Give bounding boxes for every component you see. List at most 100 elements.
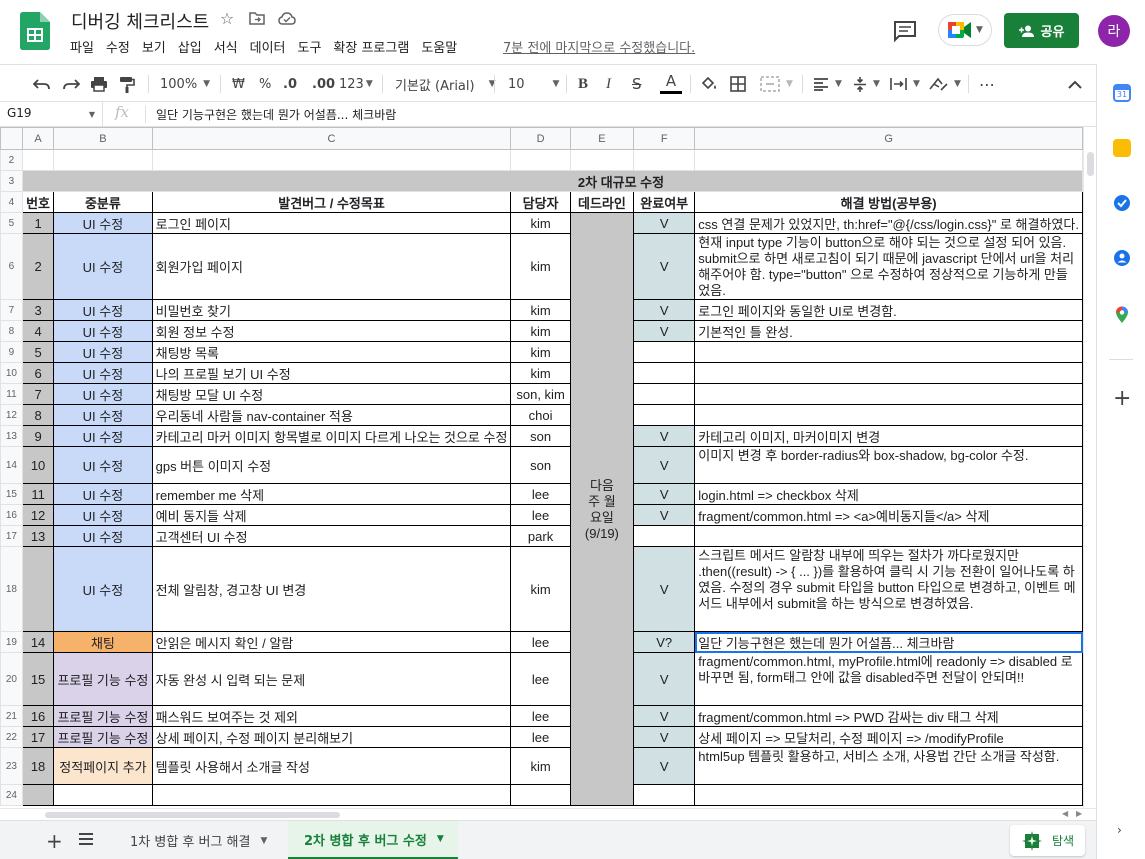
cell-category[interactable]: UI 수정 (53, 233, 153, 300)
cell-number[interactable] (21, 546, 55, 632)
row-header[interactable]: 14 (0, 446, 23, 484)
menu-view[interactable]: 보기 (142, 37, 172, 56)
cell[interactable] (633, 149, 696, 171)
row-header[interactable]: 22 (0, 726, 23, 748)
cell-done[interactable]: V? (633, 631, 696, 653)
name-box[interactable]: G19 ▼ (0, 102, 103, 126)
cell-category[interactable]: UI 수정 (53, 483, 153, 505)
cell-category[interactable]: 프로필 기능 수정 (53, 726, 153, 748)
cell-category[interactable]: UI 수정 (53, 299, 153, 321)
cell-category[interactable]: UI 수정 (53, 383, 153, 405)
cell-task[interactable]: 자동 완성 시 입력 되는 문제 (151, 652, 512, 706)
row-header[interactable]: 19 (0, 631, 23, 653)
cell-owner[interactable]: son (510, 425, 571, 447)
cell-task[interactable]: 예비 동지들 삭제 (151, 504, 512, 526)
share-button[interactable]: 공유 (1004, 13, 1079, 48)
scroll-left-icon[interactable]: ◀ (1062, 809, 1068, 818)
column-header-b[interactable]: B (53, 127, 153, 150)
cell-owner[interactable]: lee (510, 483, 571, 505)
column-header-g[interactable]: G (694, 127, 1083, 150)
cell-number[interactable]: 14 (21, 631, 55, 653)
maps-icon[interactable] (1113, 306, 1131, 324)
explore-button[interactable]: 탐색 (1010, 825, 1085, 856)
cell-number[interactable]: 18 (21, 747, 55, 785)
increase-decimal-button[interactable]: .00 (312, 65, 335, 103)
cell-number[interactable]: 8 (21, 404, 55, 426)
cell-category[interactable]: 정적페이지 추가 (53, 747, 153, 785)
cell-category[interactable]: 채팅 (53, 631, 153, 653)
cell-task[interactable]: 고객센터 UI 수정 (151, 525, 512, 547)
more-options-icon[interactable]: ⋯ (979, 65, 996, 103)
cell-task[interactable]: 템플릿 사용해서 소개글 작성 (151, 747, 512, 785)
document-title[interactable]: 디버깅 체크리스트 (71, 8, 209, 34)
borders-icon[interactable] (730, 65, 746, 103)
meet-button[interactable]: ▼ (938, 14, 992, 46)
cell-task[interactable]: 패스워드 보여주는 것 제외 (151, 705, 512, 727)
cell-done[interactable]: V (633, 299, 696, 321)
vertical-scrollbar[interactable] (1083, 127, 1096, 808)
last-edit-link[interactable]: 7분 전에 마지막으로 수정했습니다. (503, 37, 695, 56)
cell-solution[interactable]: 이미지 변경 후 border-radius와 box-shadow, bg-c… (694, 446, 1083, 484)
cell[interactable] (633, 784, 696, 806)
column-title[interactable]: 번호 (21, 191, 55, 213)
cell-owner[interactable]: lee (510, 726, 571, 748)
cell[interactable] (569, 149, 635, 171)
cell-owner[interactable]: choi (510, 404, 571, 426)
cell-owner[interactable]: lee (510, 504, 571, 526)
avatar[interactable]: 라 (1098, 15, 1130, 47)
row-header[interactable]: 12 (0, 404, 23, 426)
add-sheet-icon[interactable]: + (46, 829, 63, 853)
cell-solution[interactable]: html5up 템플릿 활용하고, 서비스 소개, 사용법 간단 소개글 작성함… (694, 747, 1083, 785)
cell[interactable] (21, 784, 55, 806)
cell-solution[interactable] (694, 362, 1083, 384)
cell-category[interactable]: UI 수정 (53, 525, 153, 547)
cell-number[interactable]: 17 (21, 726, 55, 748)
cell-category[interactable]: UI 수정 (53, 404, 153, 426)
cell-deadline[interactable]: 다음주 월요일(9/19) (569, 212, 635, 806)
row-header[interactable]: 18 (0, 546, 23, 632)
column-title[interactable]: 담당자 (510, 191, 571, 213)
comment-history-icon[interactable] (893, 20, 917, 42)
collapse-toolbar-icon[interactable] (1068, 65, 1082, 103)
cell-owner[interactable]: lee (510, 705, 571, 727)
cell-solution[interactable]: 현재 input type 기능이 button으로 해야 되는 것으로 설정 … (694, 233, 1083, 300)
cell-solution[interactable]: fragment/common.html, myProfile.html에 re… (694, 652, 1083, 706)
cell-owner[interactable]: kim (510, 362, 571, 384)
decrease-decimal-button[interactable]: .0 (283, 65, 297, 103)
add-addon-icon[interactable]: + (1113, 388, 1131, 410)
contacts-icon[interactable] (1113, 249, 1131, 267)
horizontal-scrollbar[interactable]: ◀ ▶ (0, 808, 1096, 820)
percent-format-button[interactable]: % (259, 65, 271, 103)
row-header[interactable]: 4 (0, 191, 23, 213)
row-header[interactable]: 3 (0, 170, 23, 192)
cell-number[interactable]: 13 (21, 525, 55, 547)
row-header[interactable]: 13 (0, 425, 23, 447)
cell-category[interactable]: UI 수정 (53, 341, 153, 363)
cell-number[interactable]: 3 (21, 299, 55, 321)
cell-category[interactable]: UI 수정 (53, 425, 153, 447)
row-header[interactable]: 17 (0, 525, 23, 547)
cell-owner[interactable]: kim (510, 546, 571, 632)
cell-owner[interactable]: kim (510, 233, 571, 300)
cell-owner[interactable]: lee (510, 631, 571, 653)
keep-icon[interactable] (1113, 139, 1131, 157)
cell[interactable] (21, 149, 55, 171)
row-header[interactable]: 24 (0, 784, 23, 806)
menu-help[interactable]: 도움말 (421, 37, 463, 56)
vertical-scroll-thumb[interactable] (1087, 152, 1094, 176)
row-header[interactable]: 8 (0, 320, 23, 342)
row-header[interactable]: 9 (0, 341, 23, 363)
horizontal-scroll-thumb[interactable] (45, 812, 340, 818)
cell-done[interactable]: V (633, 726, 696, 748)
menu-file[interactable]: 파일 (70, 37, 100, 56)
select-all-corner[interactable] (0, 127, 23, 150)
cell-owner[interactable]: son, kim (510, 383, 571, 405)
sheet-tab-2[interactable]: 2차 병합 후 버그 수정 ▼ (288, 821, 458, 859)
row-header[interactable]: 23 (0, 747, 23, 785)
cell[interactable] (510, 784, 571, 806)
cell-task[interactable]: 로그인 페이지 (151, 212, 512, 234)
cell-owner[interactable]: kim (510, 341, 571, 363)
cell-solution[interactable]: 카테고리 이미지, 마커이미지 변경 (694, 425, 1083, 447)
cell-solution[interactable] (694, 341, 1083, 363)
cell-done[interactable]: V (633, 483, 696, 505)
